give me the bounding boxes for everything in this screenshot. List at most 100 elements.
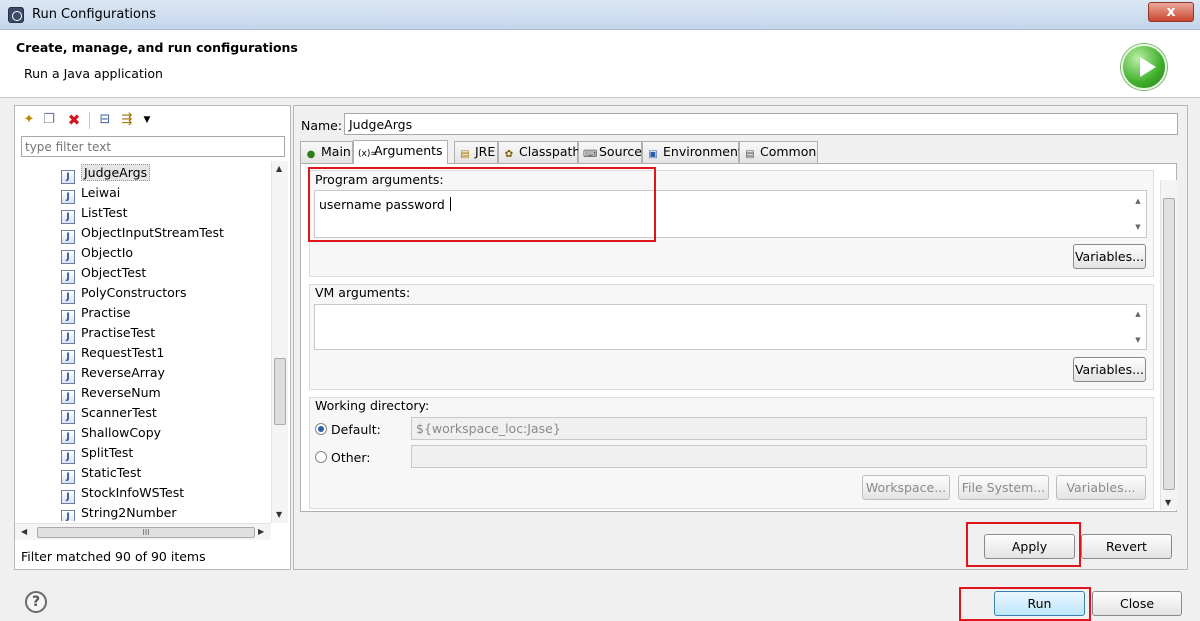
eclipse-app-icon [8, 7, 24, 23]
tree-item[interactable]: J StaticTest [61, 463, 141, 484]
java-class-icon: J [61, 390, 75, 404]
configuration-list-panel: ✦ ❐ ✖ ⊟ ⇶ ▼ JJudgeArgs JLeiwai JListTest… [14, 105, 291, 570]
java-class-icon: J [61, 290, 75, 304]
tree-item[interactable]: J ScannerTest [61, 403, 157, 424]
tree-item[interactable]: J RequestTest1 [61, 343, 164, 364]
window-titlebar: Run Configurations x [0, 0, 1200, 30]
java-class-icon: J [61, 270, 75, 284]
tree-item[interactable]: J ObjectIo [61, 243, 133, 264]
highlight-apply [966, 522, 1081, 567]
tree-item[interactable]: J Leiwai [61, 183, 120, 204]
scroll-down-arrow-icon[interactable]: ▼ [276, 510, 282, 519]
tab-source[interactable]: ⌨ Source [578, 141, 642, 163]
vm-arguments-label: VM arguments: [315, 285, 411, 300]
java-class-icon: J [61, 430, 75, 444]
tree-horizontal-scrollbar[interactable]: ◀ III ▶ [15, 523, 271, 540]
header-subtitle: Run a Java application [24, 66, 163, 81]
tree-item[interactable]: J PractiseTest [61, 323, 155, 344]
classpath-tab-icon: ✿ [504, 149, 514, 160]
program-variables-button[interactable]: Variables... [1073, 244, 1146, 269]
tree-item[interactable]: J ObjectTest [61, 263, 146, 284]
tree-vertical-scrollbar[interactable]: ▲ ▼ [271, 161, 288, 523]
scroll-down-arrow-icon[interactable]: ▼ [1132, 336, 1144, 344]
working-dir-variables-button[interactable]: Variables... [1056, 475, 1146, 500]
java-class-icon: J [61, 170, 75, 184]
scrollbar-thumb[interactable] [274, 358, 286, 425]
close-button[interactable]: Close [1092, 591, 1182, 616]
scrollbar-thumb[interactable]: III [37, 527, 255, 538]
java-class-icon: J [61, 190, 75, 204]
vm-variables-button[interactable]: Variables... [1073, 357, 1146, 382]
scroll-down-arrow-icon[interactable]: ▼ [1165, 498, 1171, 507]
name-label: Name: [301, 118, 343, 133]
java-class-icon: J [61, 410, 75, 424]
tree-item[interactable]: J PolyConstructors [61, 283, 186, 304]
delete-icon[interactable]: ✖ [66, 112, 82, 128]
java-class-icon: J [61, 330, 75, 344]
tab-arguments[interactable]: (x)=Arguments [353, 140, 448, 164]
scrollbar-thumb[interactable] [1163, 198, 1175, 490]
java-class-icon: J [61, 450, 75, 464]
new-config-icon[interactable]: ✦ [21, 112, 37, 128]
tab-jre[interactable]: ▤ JRE [454, 141, 498, 163]
tree-item[interactable]: J ReverseArray [61, 363, 165, 384]
scroll-down-arrow-icon[interactable]: ▼ [1132, 223, 1144, 231]
filter-status-text: Filter matched 90 of 90 items [21, 549, 206, 564]
java-class-icon: J [61, 510, 75, 521]
tree-item[interactable]: J Practise [61, 303, 131, 324]
working-directory-label: Working directory: [315, 398, 430, 413]
tree-item[interactable]: J SplitTest [61, 443, 133, 464]
tab-vertical-scrollbar[interactable]: ▼ [1160, 180, 1177, 510]
run-play-icon [1121, 44, 1167, 90]
tree-item[interactable]: J ReverseNum [61, 383, 161, 404]
scroll-left-arrow-icon[interactable]: ◀ [21, 527, 27, 536]
window-close-button[interactable]: x [1148, 2, 1194, 22]
vm-arguments-textarea[interactable] [314, 304, 1147, 350]
java-class-icon: J [61, 250, 75, 264]
java-class-icon: J [61, 350, 75, 364]
name-field[interactable]: JudgeArgs [344, 113, 1178, 135]
scroll-up-arrow-icon[interactable]: ▲ [1132, 310, 1144, 318]
source-tab-icon: ⌨ [583, 149, 598, 160]
duplicate-icon[interactable]: ❐ [41, 112, 57, 128]
java-class-icon: J [61, 470, 75, 484]
default-radio[interactable] [315, 423, 327, 435]
java-class-icon: J [61, 210, 75, 224]
window-title: Run Configurations [32, 7, 156, 22]
scroll-up-arrow-icon[interactable]: ▲ [276, 164, 282, 173]
arguments-tab-icon: (x)= [358, 149, 378, 159]
scroll-right-arrow-icon[interactable]: ▶ [258, 527, 264, 536]
workspace-button[interactable]: Workspace... [862, 475, 950, 500]
tab-common[interactable]: ▤ Common [739, 141, 818, 163]
filter-input[interactable] [21, 136, 285, 157]
java-class-icon: J [61, 230, 75, 244]
java-class-icon: J [61, 490, 75, 504]
tree-item[interactable]: J ObjectInputStreamTest [61, 223, 224, 244]
other-radio-label: Other: [331, 450, 371, 465]
default-directory-field: ${workspace_loc:Jase} [411, 417, 1147, 440]
tree-item[interactable]: J JudgeArgs [61, 163, 151, 184]
tree-item[interactable]: J String2Number [61, 503, 176, 521]
tree-item[interactable]: J ListTest [61, 203, 127, 224]
scroll-up-arrow-icon[interactable]: ▲ [1132, 197, 1144, 205]
tab-main[interactable]: ● Main [300, 141, 353, 163]
configuration-tree: J JudgeArgs J Leiwai J ListTest J ObjectInpu… [15, 161, 271, 521]
tab-environment[interactable]: ▣ Environment [642, 141, 743, 163]
toolbar-separator [89, 112, 90, 129]
revert-button[interactable]: Revert [1081, 534, 1172, 559]
file-system-button[interactable]: File System... [958, 475, 1049, 500]
other-radio[interactable] [315, 451, 327, 463]
tab-classpath[interactable]: ✿ Classpath [498, 141, 580, 163]
common-tab-icon: ▤ [745, 149, 755, 160]
help-icon[interactable]: ? [25, 591, 47, 613]
dropdown-arrow-icon[interactable]: ▼ [139, 112, 155, 128]
filter-icon[interactable]: ⇶ [119, 112, 135, 128]
main-tab-icon: ● [306, 149, 316, 160]
tree-item[interactable]: J StockInfoWSTest [61, 483, 184, 504]
tree-item[interactable]: J ShallowCopy [61, 423, 161, 444]
other-directory-field[interactable] [411, 445, 1147, 468]
default-radio-label: Default: [331, 422, 381, 437]
header-title: Create, manage, and run configurations [16, 40, 298, 55]
collapse-all-icon[interactable]: ⊟ [97, 112, 113, 128]
java-class-icon: J [61, 370, 75, 384]
